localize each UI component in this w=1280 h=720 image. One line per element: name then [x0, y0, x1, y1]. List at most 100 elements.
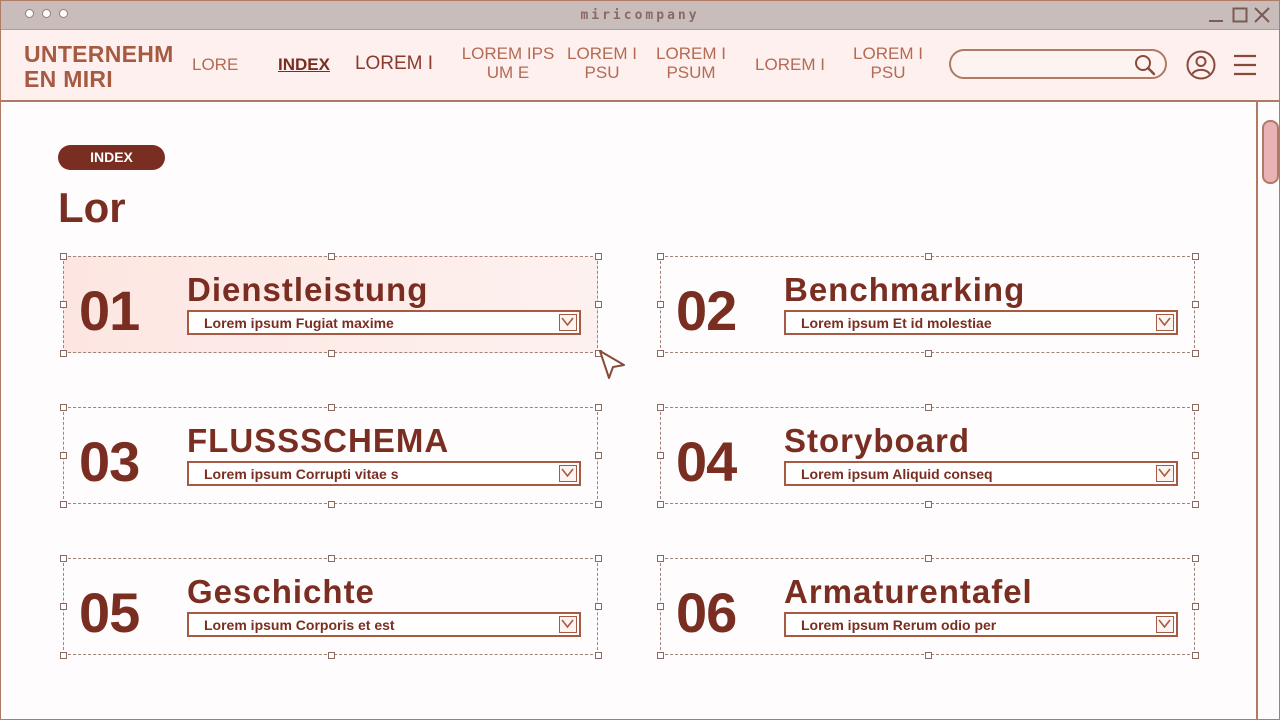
- resize-handle[interactable]: [657, 253, 664, 260]
- chevron-down-icon[interactable]: [1156, 314, 1174, 331]
- nav-item-lorem-ipsu[interactable]: LOREM I PSU: [564, 44, 640, 82]
- resize-handle[interactable]: [328, 350, 335, 357]
- service-card[interactable]: 02 Benchmarking Lorem ipsum Et id molestia…: [657, 253, 1199, 357]
- resize-handle[interactable]: [1192, 603, 1199, 610]
- search-icon[interactable]: [1133, 53, 1157, 77]
- card-dropdown[interactable]: Lorem ipsum Corrupti vitae s: [187, 461, 581, 486]
- search-input[interactable]: [963, 55, 1137, 75]
- nav-item-lorem-ipsum[interactable]: LOREM I PSUM: [652, 44, 730, 82]
- hamburger-menu-icon[interactable]: [1233, 52, 1257, 78]
- resize-handle[interactable]: [1192, 404, 1199, 411]
- card-dropdown[interactable]: Lorem ipsum Aliquid conseq: [784, 461, 1178, 486]
- card-title: Dienstleistung: [187, 271, 429, 308]
- resize-handle[interactable]: [657, 501, 664, 508]
- resize-handle[interactable]: [60, 350, 67, 357]
- chevron-down-icon[interactable]: [1156, 616, 1174, 633]
- card-dropdown[interactable]: Lorem ipsum Corporis et est: [187, 612, 581, 637]
- resize-handle[interactable]: [60, 555, 67, 562]
- card-title: Armaturentafel: [784, 573, 1033, 610]
- resize-handle[interactable]: [657, 301, 664, 308]
- resize-handle[interactable]: [595, 652, 602, 659]
- resize-handle[interactable]: [1192, 350, 1199, 357]
- resize-handle[interactable]: [328, 652, 335, 659]
- resize-handle[interactable]: [657, 603, 664, 610]
- maximize-icon[interactable]: [1232, 4, 1250, 26]
- resize-handle[interactable]: [328, 404, 335, 411]
- resize-handle[interactable]: [328, 253, 335, 260]
- dropdown-value: Lorem ipsum Aliquid conseq: [801, 466, 993, 482]
- scrollbar-thumb[interactable]: [1262, 120, 1279, 184]
- brand-logo[interactable]: UNTERNEHM EN MIRI: [24, 42, 189, 92]
- resize-handle[interactable]: [60, 253, 67, 260]
- app-title: miricompany: [580, 8, 700, 23]
- resize-handle[interactable]: [925, 350, 932, 357]
- resize-handle[interactable]: [925, 652, 932, 659]
- search-box[interactable]: [949, 49, 1167, 79]
- resize-handle[interactable]: [595, 501, 602, 508]
- resize-handle[interactable]: [657, 404, 664, 411]
- resize-handle[interactable]: [60, 301, 67, 308]
- resize-handle[interactable]: [595, 253, 602, 260]
- section-tag: INDEX: [58, 145, 165, 170]
- top-navigation: UNTERNEHM EN MIRI LORE INDEX LOREM I LOR…: [1, 30, 1279, 102]
- resize-handle[interactable]: [657, 652, 664, 659]
- card-dropdown[interactable]: Lorem ipsum Et id molestiae: [784, 310, 1178, 335]
- service-card[interactable]: 03 FLUSSSCHEMA Lorem ipsum Corrupti vitae …: [60, 404, 602, 508]
- nav-item-lorem-i-2[interactable]: LOREM I: [751, 55, 829, 74]
- resize-handle[interactable]: [1192, 301, 1199, 308]
- nav-item-lorem-ipsum-e[interactable]: LOREM IPS UM E: [459, 44, 557, 82]
- resize-handle[interactable]: [60, 501, 67, 508]
- resize-handle[interactable]: [925, 253, 932, 260]
- resize-handle[interactable]: [925, 555, 932, 562]
- resize-handle[interactable]: [925, 501, 932, 508]
- resize-handle[interactable]: [60, 452, 67, 459]
- resize-handle[interactable]: [328, 501, 335, 508]
- service-card[interactable]: 05 Geschichte Lorem ipsum Corporis et est: [60, 555, 602, 659]
- user-icon[interactable]: [1186, 50, 1216, 80]
- card-title: FLUSSSCHEMA: [187, 422, 450, 459]
- vertical-scrollbar[interactable]: [1256, 102, 1279, 719]
- card-number: 01: [79, 279, 140, 342]
- app-window: miricompany UNTERNEHM EN MIRI LORE INDEX…: [0, 0, 1280, 720]
- chevron-down-icon[interactable]: [1156, 465, 1174, 482]
- nav-item-lore[interactable]: LORE: [192, 55, 238, 74]
- close-icon[interactable]: [1254, 4, 1272, 26]
- minimize-icon[interactable]: [1208, 4, 1226, 26]
- chevron-down-icon[interactable]: [559, 616, 577, 633]
- resize-handle[interactable]: [1192, 501, 1199, 508]
- resize-handle[interactable]: [1192, 253, 1199, 260]
- chevron-down-icon[interactable]: [559, 314, 577, 331]
- resize-handle[interactable]: [1192, 452, 1199, 459]
- resize-handle[interactable]: [657, 452, 664, 459]
- service-card[interactable]: 04 Storyboard Lorem ipsum Aliquid conseq: [657, 404, 1199, 508]
- title-bar: miricompany: [1, 1, 1279, 30]
- dropdown-value: Lorem ipsum Et id molestiae: [801, 315, 992, 331]
- resize-handle[interactable]: [595, 404, 602, 411]
- nav-item-lorem-ipsu-2[interactable]: LOREM I PSU: [850, 44, 926, 82]
- resize-handle[interactable]: [1192, 652, 1199, 659]
- resize-handle[interactable]: [595, 603, 602, 610]
- resize-handle[interactable]: [657, 555, 664, 562]
- mouse-cursor-icon: [599, 350, 625, 379]
- resize-handle[interactable]: [595, 555, 602, 562]
- card-title: Storyboard: [784, 422, 971, 459]
- resize-handle[interactable]: [595, 452, 602, 459]
- resize-handle[interactable]: [657, 350, 664, 357]
- resize-handle[interactable]: [60, 652, 67, 659]
- resize-handle[interactable]: [595, 301, 602, 308]
- service-card[interactable]: 06 Armaturentafel Lorem ipsum Rerum odio p…: [657, 555, 1199, 659]
- resize-handle[interactable]: [328, 555, 335, 562]
- resize-handle[interactable]: [60, 603, 67, 610]
- chevron-down-icon[interactable]: [559, 465, 577, 482]
- card-dropdown[interactable]: Lorem ipsum Rerum odio per: [784, 612, 1178, 637]
- dropdown-value: Lorem ipsum Corporis et est: [204, 617, 395, 633]
- resize-handle[interactable]: [1192, 555, 1199, 562]
- nav-item-lorem-i[interactable]: LOREM I: [351, 54, 437, 73]
- resize-handle[interactable]: [925, 404, 932, 411]
- card-title: Benchmarking: [784, 271, 1026, 308]
- card-number: 04: [676, 430, 737, 493]
- service-card[interactable]: 01 Dienstleistung Lorem ipsum Fugiat maxim…: [60, 253, 602, 357]
- resize-handle[interactable]: [60, 404, 67, 411]
- card-dropdown[interactable]: Lorem ipsum Fugiat maxime: [187, 310, 581, 335]
- nav-item-index[interactable]: INDEX: [273, 55, 335, 74]
